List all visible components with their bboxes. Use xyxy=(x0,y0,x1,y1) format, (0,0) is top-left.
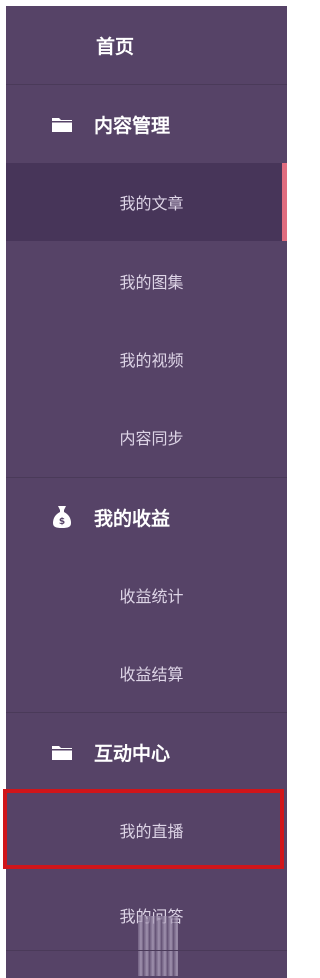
folder-icon xyxy=(51,741,73,763)
sidebar-item-label: 我的文章 xyxy=(119,194,184,213)
sidebar-item-home[interactable]: 首页 xyxy=(6,6,287,84)
sidebar-item-label: 收益统计 xyxy=(119,587,184,606)
sidebar-group-label: 内容管理 xyxy=(94,114,171,137)
svg-text:$: $ xyxy=(59,517,65,527)
sidebar-item-my-articles[interactable]: 我的文章 xyxy=(6,163,287,241)
active-indicator xyxy=(282,163,287,241)
divider xyxy=(6,950,287,951)
sidebar-group-label: 互动中心 xyxy=(94,742,171,765)
sidebar-item-label: 收益结算 xyxy=(119,665,184,684)
sidebar-item-label: 首页 xyxy=(96,35,135,58)
sidebar-item-label: 我的视频 xyxy=(119,351,184,370)
sidebar-group-my-earnings[interactable]: $ 我的收益 xyxy=(6,478,287,556)
sidebar-group-label: 我的收益 xyxy=(94,507,171,530)
highlight-box xyxy=(3,789,284,869)
sidebar-item-my-galleries[interactable]: 我的图集 xyxy=(6,242,287,320)
money-bag-icon: $ xyxy=(51,506,73,528)
folder-icon xyxy=(51,113,73,135)
sidebar-group-interaction-center[interactable]: 互动中心 xyxy=(6,713,287,791)
blurred-overlay xyxy=(138,916,178,976)
sidebar-item-earnings-settlement[interactable]: 收益结算 xyxy=(6,634,287,712)
sidebar-item-content-sync[interactable]: 内容同步 xyxy=(6,398,287,476)
sidebar-group-content-management[interactable]: 内容管理 xyxy=(6,85,287,163)
sidebar-item-earnings-stats[interactable]: 收益统计 xyxy=(6,556,287,634)
sidebar-item-my-videos[interactable]: 我的视频 xyxy=(6,320,287,398)
sidebar-item-label: 内容同步 xyxy=(119,429,184,448)
sidebar-item-label: 我的图集 xyxy=(119,273,184,292)
